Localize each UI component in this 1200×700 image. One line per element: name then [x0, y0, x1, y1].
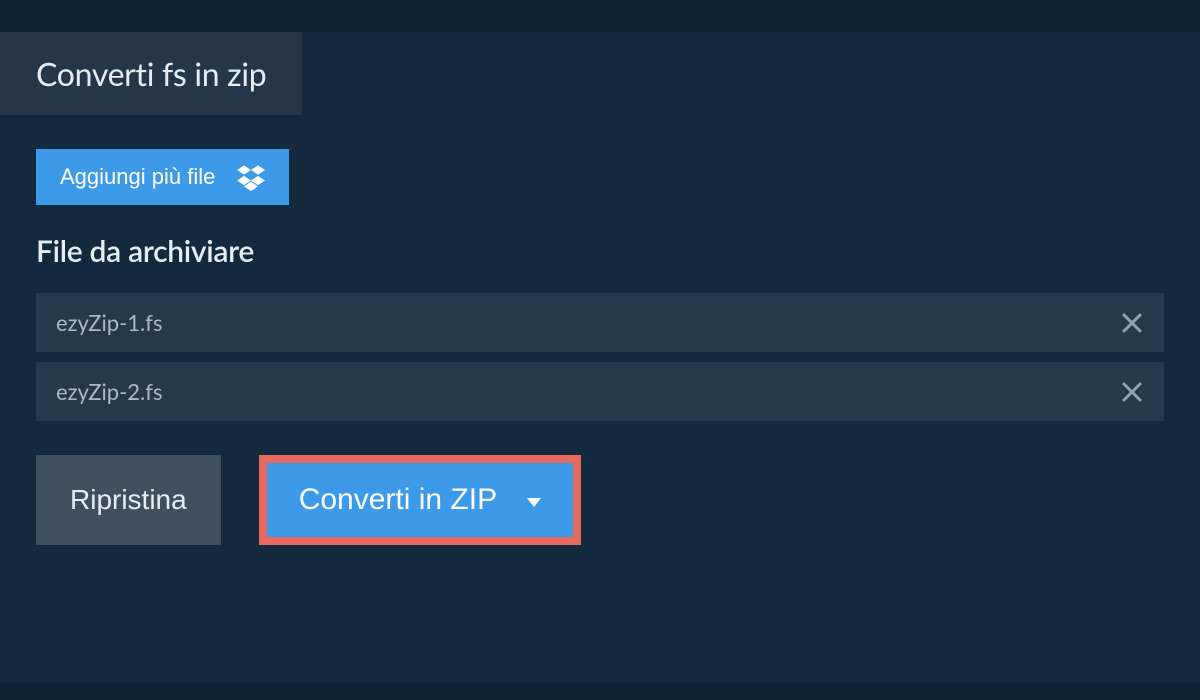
close-icon — [1120, 311, 1144, 335]
file-row: ezyZip-2.fs — [36, 362, 1164, 421]
convert-to-zip-button[interactable]: Converti in ZIP — [267, 463, 573, 537]
remove-file-button[interactable] — [1120, 380, 1144, 404]
dropbox-icon — [237, 163, 265, 191]
main-panel: Aggiungi più file File da archiviare ezy… — [0, 115, 1200, 545]
caret-down-icon — [527, 498, 541, 507]
files-to-archive-heading: File da archiviare — [36, 233, 1164, 269]
convert-highlight-frame: Converti in ZIP — [259, 455, 581, 545]
remove-file-button[interactable] — [1120, 311, 1144, 335]
add-more-files-button[interactable]: Aggiungi più file — [36, 149, 289, 205]
convert-button-label: Converti in ZIP — [299, 483, 497, 517]
bottom-band — [0, 682, 1200, 700]
app-root: Converti fs in zip Aggiungi più file Fil… — [0, 0, 1200, 700]
file-name: ezyZip-1.fs — [56, 309, 162, 336]
file-list: ezyZip-1.fs ezyZip-2.fs — [36, 293, 1164, 421]
add-more-files-label: Aggiungi più file — [60, 164, 215, 190]
tab-convert-fs-zip[interactable]: Converti fs in zip — [0, 32, 302, 115]
file-name: ezyZip-2.fs — [56, 378, 162, 405]
close-icon — [1120, 380, 1144, 404]
reset-button[interactable]: Ripristina — [36, 455, 221, 545]
reset-button-label: Ripristina — [70, 484, 187, 515]
top-band — [0, 0, 1200, 32]
tab-title: Converti fs in zip — [36, 54, 266, 93]
action-row: Ripristina Converti in ZIP — [36, 455, 1164, 545]
file-row: ezyZip-1.fs — [36, 293, 1164, 352]
tab-row: Converti fs in zip — [0, 32, 1200, 115]
